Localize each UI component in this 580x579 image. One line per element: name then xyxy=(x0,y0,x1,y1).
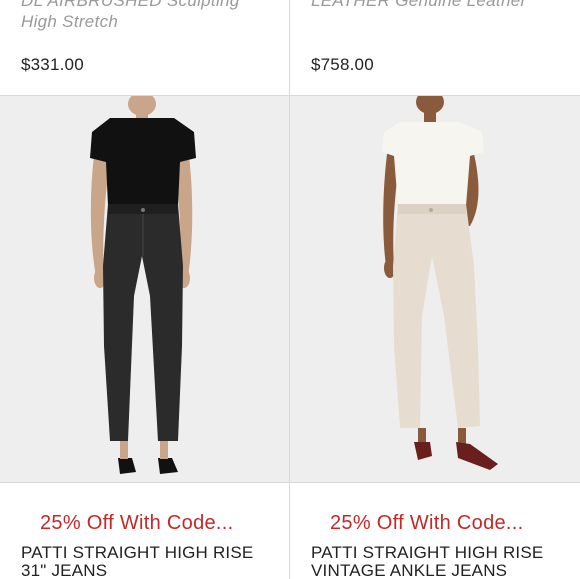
product-image[interactable] xyxy=(290,96,580,482)
product-subtitle: DL AIRBRUSHED Sculpting High Stretch xyxy=(21,0,240,31)
product-image[interactable] xyxy=(0,96,289,482)
column-divider xyxy=(289,0,290,579)
product-price: $331.00 xyxy=(21,55,84,74)
row-divider xyxy=(0,482,580,483)
row-divider xyxy=(0,95,580,96)
product-price: $758.00 xyxy=(311,55,374,74)
product-grid: DL AIRBRUSHED Sculpting High Stretch $33… xyxy=(0,0,580,579)
promo-badge: 25% Off With Code... xyxy=(330,512,524,534)
model-ecru-jeans-photo xyxy=(290,96,580,482)
product-card-info-bottom-left[interactable]: 25% Off With Code... PATTI STRAIGHT HIGH… xyxy=(0,483,289,579)
product-card-info-top-left[interactable]: DL AIRBRUSHED Sculpting High Stretch $33… xyxy=(0,0,289,95)
model-black-jeans-photo xyxy=(0,96,289,482)
product-subtitle: LEATHER Genuine Leather xyxy=(311,0,527,10)
product-card-info-bottom-right[interactable]: 25% Off With Code... PATTI STRAIGHT HIGH… xyxy=(290,483,580,579)
product-card-info-top-right[interactable]: LEATHER Genuine Leather $758.00 xyxy=(290,0,580,95)
promo-badge: 25% Off With Code... xyxy=(40,512,234,534)
product-name[interactable]: PATTI STRAIGHT HIGH RISE 31" JEANS xyxy=(21,544,253,579)
product-name[interactable]: PATTI STRAIGHT HIGH RISE VINTAGE ANKLE J… xyxy=(311,544,543,579)
